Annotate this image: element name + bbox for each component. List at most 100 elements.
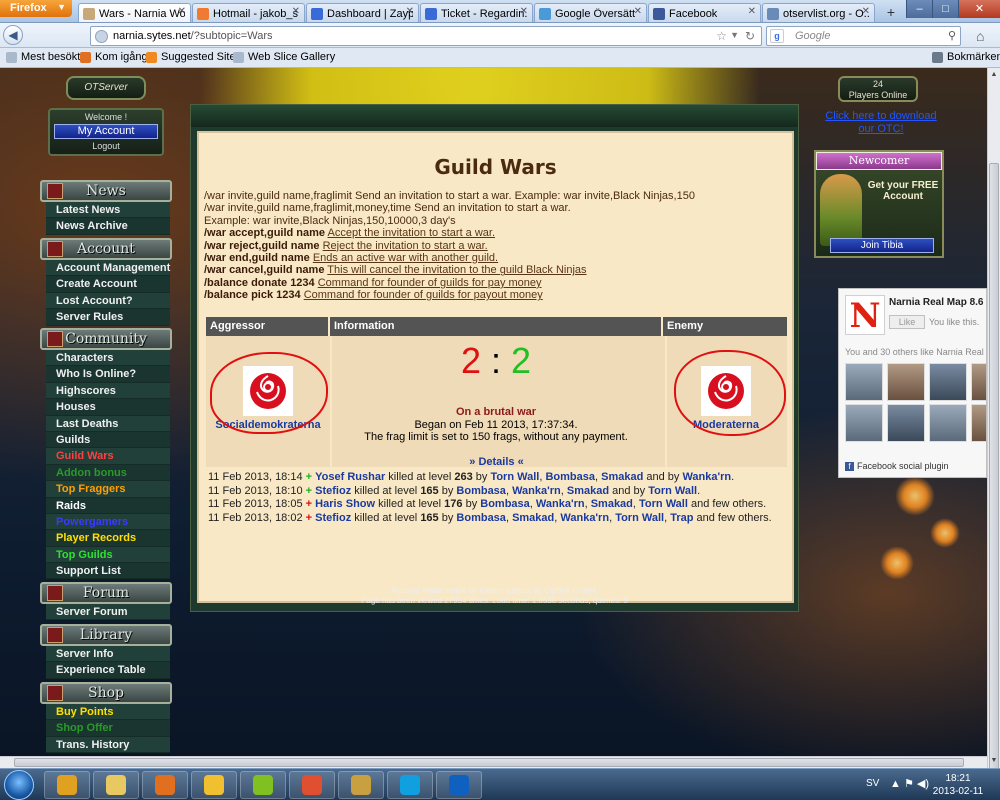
search-input[interactable]: g Google ⚲ [766, 26, 961, 46]
sidebar-item-server-info[interactable]: Server Info [46, 646, 170, 663]
minimize-button[interactable]: – [906, 0, 932, 18]
kill-killer[interactable]: Bombasa [545, 471, 595, 483]
vertical-scroll-thumb[interactable] [989, 163, 999, 783]
logout-link[interactable]: Logout [50, 141, 162, 151]
sidebar-item-latest-news[interactable]: Latest News [46, 202, 170, 219]
avatar[interactable] [929, 404, 967, 442]
sidebar-item-news-archive[interactable]: News Archive [46, 218, 170, 235]
kill-killer[interactable]: Smakad [591, 498, 633, 510]
tab-wars-narnia-wo[interactable]: Wars - Narnia Wo...✕ [78, 3, 191, 22]
kill-victim[interactable]: Haris Show [315, 498, 375, 510]
kill-killer[interactable]: Wanka'rn [560, 512, 609, 524]
sidebar-item-who-is-online[interactable]: Who Is Online? [46, 366, 170, 383]
kill-killer[interactable]: Bombasa [480, 498, 530, 510]
kill-killer[interactable]: Torn Wall [490, 471, 539, 483]
narnia-page-logo[interactable]: N [845, 295, 885, 336]
taskbar-app-chrome[interactable] [44, 771, 90, 799]
scroll-down-icon[interactable]: ▼ [988, 754, 1000, 768]
kill-killer[interactable]: Wanka'rn [512, 485, 561, 497]
avatar[interactable] [971, 404, 986, 442]
horizontal-scroll-thumb[interactable] [14, 758, 964, 767]
tab-dashboard-zayp[interactable]: Dashboard | Zayp...✕ [306, 3, 419, 22]
sidebar-item-server-forum[interactable]: Server Forum [46, 604, 170, 621]
close-tab-icon[interactable]: ✕ [520, 6, 528, 17]
kill-killer[interactable]: Torn Wall [648, 485, 697, 497]
facebook-page-title[interactable]: Narnia Real Map 8.6 [889, 297, 983, 308]
tab-google-vers-tt[interactable]: Google Översätt ✕ [534, 3, 647, 22]
my-account-button[interactable]: My Account [54, 124, 158, 139]
back-button[interactable]: ◀ [3, 25, 23, 45]
close-tab-icon[interactable]: ✕ [634, 6, 642, 17]
menu-header-forum[interactable]: Forum [40, 582, 172, 604]
taskbar-app-teamviewer[interactable] [436, 771, 482, 799]
details-link[interactable]: » Details « [206, 456, 787, 468]
sidebar-item-create-account[interactable]: Create Account [46, 276, 170, 293]
avatar[interactable] [971, 363, 986, 401]
google-icon[interactable]: g [770, 29, 784, 43]
close-window-button[interactable]: ✕ [958, 0, 1000, 18]
menu-header-community[interactable]: Community [40, 328, 172, 350]
home-icon[interactable]: ⌂ [976, 28, 984, 44]
sidebar-item-guild-wars[interactable]: Guild Wars [46, 448, 170, 465]
bookmark-suggested-sites[interactable]: Suggested Sites [146, 51, 241, 63]
download-client-link[interactable]: Click here to download our OTC! [816, 110, 946, 136]
site-identity-icon[interactable] [95, 30, 108, 43]
new-tab-button[interactable]: + [880, 5, 902, 21]
menu-header-shop[interactable]: Shop [40, 682, 172, 704]
tab-facebook[interactable]: Facebook ✕ [648, 3, 761, 22]
bookmarks-menu[interactable]: Bokmärken [932, 51, 1000, 63]
sidebar-item-highscores[interactable]: Highscores [46, 383, 170, 400]
kill-killer[interactable]: Trap [670, 512, 693, 524]
kill-killer[interactable]: Bombasa [456, 485, 506, 497]
sidebar-item-houses[interactable]: Houses [46, 399, 170, 416]
sidebar-item-addon-bonus[interactable]: Addon bonus [46, 464, 170, 482]
menu-header-account[interactable]: Account [40, 238, 172, 260]
bookmark-kom-igang[interactable]: Kom igång [80, 51, 148, 63]
kill-victim[interactable]: Stefioz [315, 512, 351, 524]
sidebar-item-last-deaths[interactable]: Last Deaths [46, 416, 170, 432]
taskbar-app-firefox[interactable] [142, 771, 188, 799]
tab-ticket-regardin[interactable]: Ticket - Regardin... ✕ [420, 3, 533, 22]
avatar[interactable] [929, 363, 967, 401]
close-tab-icon[interactable]: ✕ [862, 6, 870, 17]
sidebar-item-trans-history[interactable]: Trans. History [46, 737, 170, 754]
sidebar-item-guilds[interactable]: Guilds [46, 431, 170, 449]
avatar[interactable] [887, 404, 925, 442]
taskbar-app-app7[interactable] [338, 771, 384, 799]
system-tray[interactable]: ▲ ⚑ ◀) [890, 777, 929, 790]
reload-icon[interactable]: ↻ [745, 29, 755, 43]
vertical-scrollbar[interactable]: ▲ ▼ [987, 68, 1000, 783]
sidebar-item-server-rules[interactable]: Server Rules [46, 309, 170, 326]
address-bar[interactable]: narnia.sytes.net/?subtopic=Wars ☆ ▼ ↻ [90, 26, 762, 46]
url-dropdown-icon[interactable]: ▼ [730, 30, 739, 40]
start-button[interactable] [4, 770, 34, 800]
bookmark-web-slice-gallery[interactable]: Web Slice Gallery [233, 51, 335, 63]
tab-hotmail-jakob-s[interactable]: Hotmail - jakob_s... ✕ [192, 3, 305, 22]
kill-killer[interactable]: Smakad [512, 512, 554, 524]
join-tibia-button[interactable]: Join Tibia [830, 238, 934, 253]
sidebar-item-experience-table[interactable]: Experience Table [46, 662, 170, 679]
sidebar-item-top-guilds[interactable]: Top Guilds [46, 547, 170, 564]
kill-killer[interactable]: Smakad [567, 485, 609, 497]
language-indicator[interactable]: SV [866, 778, 879, 789]
close-tab-icon[interactable]: ✕ [748, 6, 756, 17]
sidebar-item-top-fraggers[interactable]: Top Fraggers [46, 481, 170, 498]
sidebar-item-buy-points[interactable]: Buy Points [46, 704, 170, 721]
kill-killer[interactable]: Bombasa [456, 512, 506, 524]
close-tab-icon[interactable]: ✕ [178, 6, 186, 17]
sidebar-item-powergamers[interactable]: Powergamers [46, 514, 170, 531]
close-tab-icon[interactable]: ✕ [292, 6, 300, 17]
sidebar-item-support-list[interactable]: Support List [46, 563, 170, 580]
sidebar-item-raids[interactable]: Raids [46, 497, 170, 514]
sidebar-item-player-records[interactable]: Player Records [46, 530, 170, 547]
tab-otservlist-org-o[interactable]: otservlist.org - O... ✕ [762, 3, 875, 22]
menu-header-library[interactable]: Library [40, 624, 172, 646]
sidebar-item-lost-account[interactable]: Lost Account? [46, 293, 170, 310]
maximize-button[interactable]: □ [932, 0, 958, 18]
horizontal-scrollbar[interactable] [0, 756, 987, 768]
kill-victim[interactable]: Stefioz [315, 485, 351, 497]
taskbar-app-spotify[interactable] [240, 771, 286, 799]
kill-killer[interactable]: Smakad [601, 471, 643, 483]
bookmark-star-icon[interactable]: ☆ [716, 29, 727, 43]
facebook-like-button[interactable]: Like [889, 315, 925, 329]
